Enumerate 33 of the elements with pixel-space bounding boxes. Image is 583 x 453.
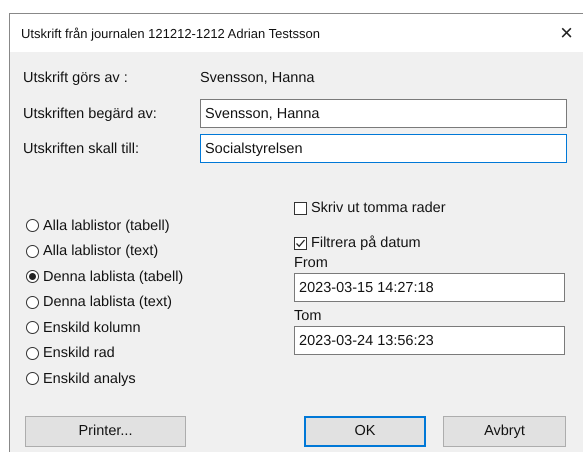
radio-button[interactable] — [26, 296, 39, 309]
printed-by-value: Svensson, Hanna — [200, 70, 314, 86]
field-label: Utskriften skall till: — [23, 140, 140, 156]
ok-button[interactable]: OK — [304, 416, 426, 446]
option-label: Alla lablistor (text) — [43, 243, 158, 260]
radio-button[interactable] — [26, 321, 39, 334]
option-label: Denna lablista (tabell) — [43, 268, 184, 285]
input-field[interactable]: Socialstyrelsen — [200, 134, 567, 163]
field-label: From — [294, 255, 329, 271]
checkbox-label: Filtrera på datum — [311, 235, 421, 251]
window-title: Utskrift från journalen 121212-1212 Adrian Testsson — [21, 26, 320, 40]
checkbox-label: Skriv ut tomma rader — [311, 200, 446, 216]
option-label: Denna lablista (text) — [43, 294, 172, 310]
checkbox[interactable] — [294, 236, 307, 250]
radio-button[interactable] — [26, 270, 39, 284]
field-label: Tom — [294, 308, 322, 324]
close-button[interactable]: × — [560, 22, 573, 44]
printer-button[interactable]: Printer... — [25, 416, 186, 446]
cancel-button[interactable]: Avbryt — [443, 416, 566, 446]
date-field[interactable]: 2023-03-24 13:56:23 — [294, 326, 565, 355]
option-label: Alla lablistor (tabell) — [43, 218, 170, 234]
radio-button[interactable] — [26, 372, 39, 386]
field-label: Utskriften begärd av: — [23, 106, 158, 122]
checkbox[interactable] — [294, 202, 307, 214]
radio-button[interactable] — [26, 244, 39, 258]
option-label: Enskild analys — [43, 370, 136, 387]
input-field[interactable]: Svensson, Hanna — [200, 99, 567, 128]
option-label: Enskild rad — [43, 345, 115, 362]
option-label: Enskild kolumn — [43, 320, 141, 336]
field-label: Utskrift görs av : — [23, 70, 129, 86]
radio-button[interactable] — [26, 219, 39, 232]
radio-button[interactable] — [26, 346, 39, 360]
date-field[interactable]: 2023-03-15 14:27:18 — [294, 273, 565, 302]
